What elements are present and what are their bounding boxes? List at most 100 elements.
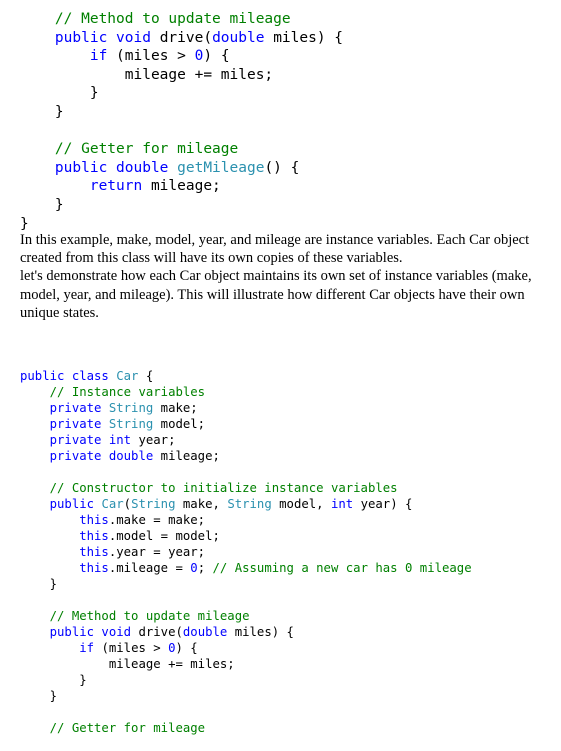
code-token: miles) { [264, 29, 344, 46]
code-token: .mileage = [108, 561, 191, 575]
code-token: model; [153, 417, 206, 431]
code-line: private String model; [20, 416, 472, 432]
code-token: mileage; [153, 449, 220, 463]
code-line: // Getter for mileage [20, 140, 343, 159]
code-token: // Constructor to initialize instance va… [20, 481, 398, 495]
code-token: ; [197, 561, 213, 575]
explanation-text: In this example, make, model, year, and … [20, 231, 540, 322]
code-block-bottom: public class Car { // Instance variables… [20, 368, 472, 736]
code-line: public class Car { [20, 368, 472, 384]
code-token: year; [131, 433, 176, 447]
code-token: Car [116, 369, 139, 383]
code-line: // Method to update mileage [20, 10, 343, 29]
code-token: if [20, 48, 108, 65]
code-token: ) { [175, 641, 198, 655]
code-token: this [20, 561, 109, 575]
code-line: this.model = model; [20, 528, 472, 544]
code-token: drive( [159, 29, 213, 46]
code-token: Car [101, 497, 124, 511]
code-line: private String make; [20, 400, 472, 416]
code-token: double [212, 29, 265, 46]
code-line: // Method to update mileage [20, 608, 472, 624]
code-line: } [20, 688, 472, 704]
code-token: mileage; [142, 178, 221, 195]
code-token: String [108, 401, 154, 415]
code-token: { [138, 369, 154, 383]
code-token: miles) { [227, 625, 294, 639]
code-line: mileage += miles; [20, 656, 472, 672]
code-line: } [20, 196, 343, 215]
code-token: double [182, 625, 228, 639]
code-token: getMileage [177, 159, 265, 176]
code-token: } [20, 673, 87, 687]
code-token: () { [264, 159, 300, 176]
code-token: year) { [353, 497, 413, 511]
code-token: public void [20, 625, 139, 639]
code-token: public void [20, 29, 160, 46]
code-token: } [20, 196, 64, 213]
code-token: // Method to update mileage [20, 11, 291, 27]
code-token: 0 [190, 561, 198, 575]
code-token: // Getter for mileage [20, 141, 239, 158]
code-line: private double mileage; [20, 448, 472, 464]
code-token: public [20, 497, 102, 511]
code-token: if [20, 641, 95, 655]
code-token: return [20, 178, 143, 195]
code-token: ) { [203, 48, 230, 65]
code-token: private int [20, 433, 132, 447]
code-token: } [20, 85, 99, 102]
code-token: // Getter for mileage [20, 721, 206, 735]
code-token: .model = model; [108, 529, 220, 543]
code-token: public double [20, 159, 178, 176]
code-token: (miles > [94, 641, 169, 655]
code-line: // Getter for mileage [20, 720, 472, 736]
code-line: if (miles > 0) { [20, 47, 343, 66]
code-token: mileage += miles; [20, 66, 274, 83]
code-token: .make = make; [108, 513, 206, 527]
code-line: public void drive(double miles) { [20, 29, 343, 48]
code-token: int [330, 497, 354, 511]
code-token: model, [271, 497, 331, 511]
code-token: String [227, 497, 272, 511]
code-token: this [20, 545, 109, 559]
code-line: mileage += miles; [20, 66, 343, 85]
explanation-paragraph: let's demonstrate how each Car object ma… [20, 268, 532, 321]
code-token: this [20, 529, 109, 543]
code-line: public double getMileage() { [20, 159, 343, 178]
code-token: 0 [168, 641, 176, 655]
code-line: } [20, 672, 472, 688]
code-line: public void drive(double miles) { [20, 624, 472, 640]
code-token: private [20, 401, 109, 415]
code-line: if (miles > 0) { [20, 640, 472, 656]
code-token: ( [123, 497, 132, 511]
code-line: public Car(String make, String model, in… [20, 496, 472, 512]
code-token: private double [20, 449, 154, 463]
code-line: return mileage; [20, 177, 343, 196]
code-token: make; [153, 401, 198, 415]
code-line: this.mileage = 0; // Assuming a new car … [20, 560, 472, 576]
code-block-top: // Method to update mileage public void … [20, 10, 343, 233]
explanation-paragraph: In this example, make, model, year, and … [20, 232, 530, 267]
code-line: } [20, 103, 343, 122]
code-token: public class [20, 369, 117, 383]
code-token: } [20, 103, 64, 120]
code-line: // Constructor to initialize instance va… [20, 480, 472, 496]
code-token: make, [175, 497, 228, 511]
code-token: // Method to update mileage [20, 609, 250, 623]
code-token: String [131, 497, 176, 511]
code-token: // Assuming a new car has 0 mileage [212, 561, 472, 575]
code-token: this [20, 513, 109, 527]
code-token: (miles > [107, 48, 195, 65]
code-token: } [20, 689, 58, 703]
code-token: } [20, 577, 58, 591]
code-token: // Instance variables [20, 385, 206, 399]
code-token: private [20, 417, 109, 431]
code-token: .year = year; [108, 545, 206, 559]
code-token: mileage += miles; [20, 657, 235, 671]
code-token: drive( [138, 625, 183, 639]
code-token: String [108, 417, 154, 431]
